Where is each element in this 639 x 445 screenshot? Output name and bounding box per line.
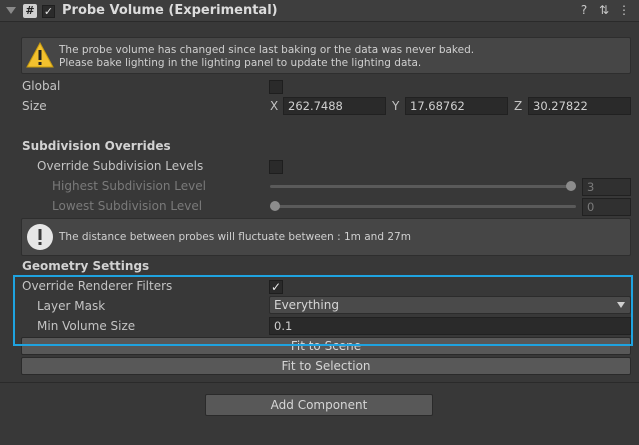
component-enable-checkbox[interactable]: ✓ (42, 5, 55, 18)
info-helpbox: The distance between probes will fluctua… (21, 218, 631, 256)
component-separator (0, 382, 639, 383)
fit-to-selection-button[interactable]: Fit to Selection (21, 357, 631, 375)
override-subdivision-label: Override Subdivision Levels (37, 159, 204, 173)
global-checkbox[interactable] (269, 80, 283, 94)
script-hash-icon: # (23, 4, 37, 18)
override-subdivision-checkbox[interactable] (269, 160, 283, 174)
component-title: Probe Volume (Experimental) (62, 3, 278, 18)
help-icon[interactable]: ? (577, 3, 591, 17)
geometry-section-header: Geometry Settings (22, 259, 150, 273)
selection-highlight (13, 275, 633, 346)
size-z-label: Z (514, 99, 523, 113)
lowest-subdivision-slider-handle[interactable] (270, 201, 280, 211)
global-label: Global (22, 79, 61, 93)
warning-line-1: The probe volume has changed since last … (59, 44, 475, 56)
highest-subdivision-field[interactable]: 3 (582, 178, 631, 196)
size-label: Size (22, 99, 47, 113)
lowest-subdivision-field[interactable]: 0 (582, 198, 631, 216)
size-z-field[interactable]: 30.27822 (528, 97, 631, 115)
size-y-label: Y (392, 99, 400, 113)
warning-line-2: Please bake lighting in the lighting pan… (59, 57, 422, 69)
warning-icon (26, 42, 54, 68)
warning-helpbox: The probe volume has changed since last … (21, 37, 631, 74)
size-x-label: X (270, 99, 279, 113)
highest-subdivision-slider-handle[interactable] (566, 181, 576, 191)
lowest-subdivision-label: Lowest Subdivision Level (52, 199, 203, 213)
preset-settings-icon[interactable]: ⇅ (597, 3, 611, 17)
foldout-arrow-icon[interactable] (6, 7, 16, 14)
context-menu-icon[interactable]: ⋮ (617, 3, 631, 17)
add-component-button[interactable]: Add Component (205, 394, 433, 416)
size-y-field[interactable]: 17.68762 (405, 97, 508, 115)
warning-text: The probe volume has changed since last … (59, 44, 474, 70)
lowest-subdivision-slider-track[interactable] (270, 205, 576, 208)
highest-subdivision-label: Highest Subdivision Level (52, 179, 206, 193)
info-icon (27, 224, 53, 250)
highest-subdivision-slider-track[interactable] (270, 185, 576, 188)
info-text: The distance between probes will fluctua… (59, 231, 411, 243)
subdivision-section-header: Subdivision Overrides (22, 139, 171, 153)
size-x-field[interactable]: 262.7488 (283, 97, 386, 115)
